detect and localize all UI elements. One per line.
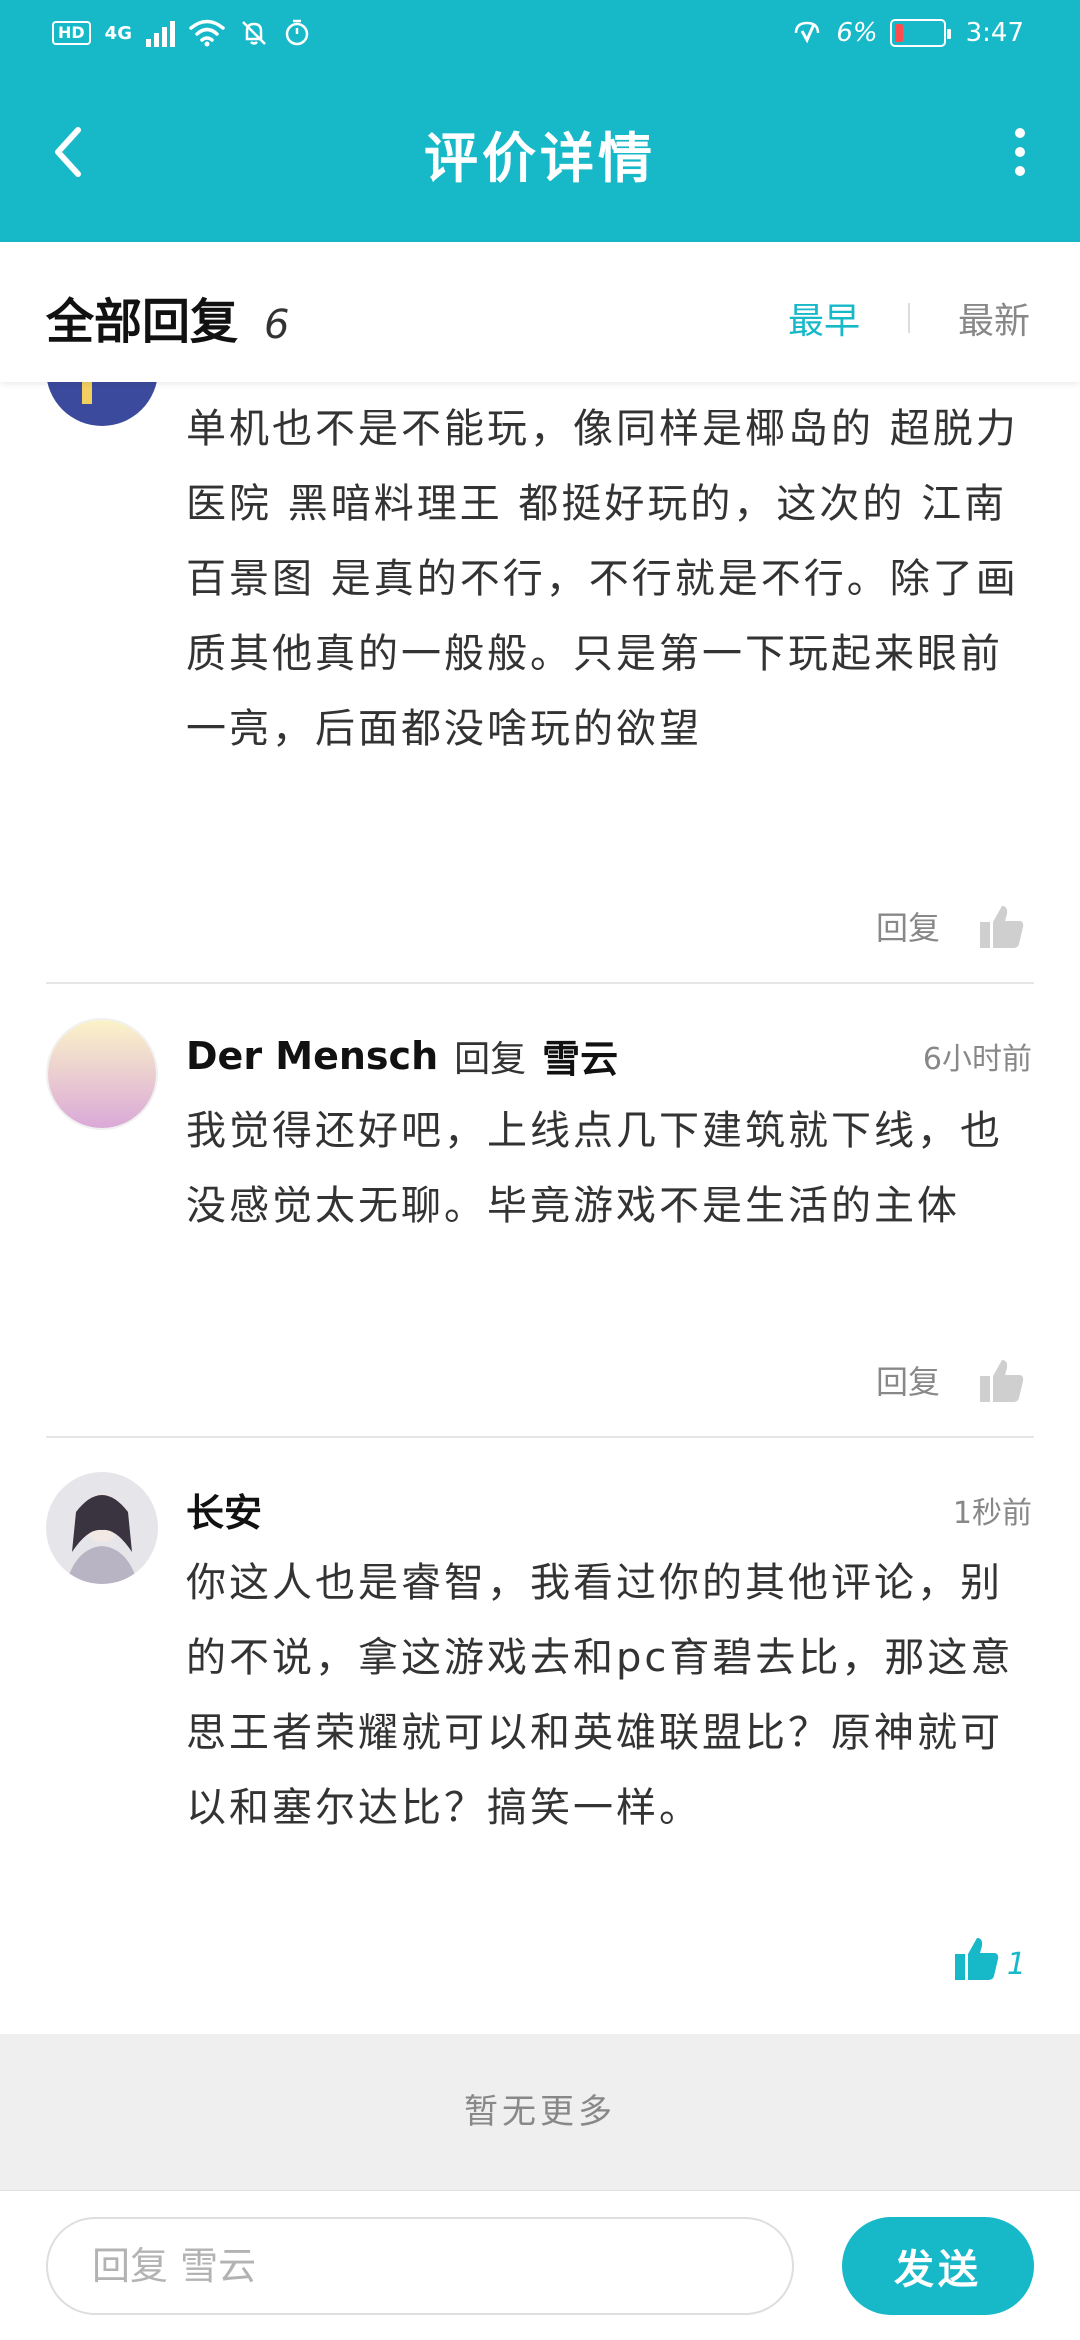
reply-text: 单机也不是不能玩，像同样是椰岛的 超脱力医院 黑暗料理王 都挺好玩的，这次的 江… (186, 406, 1019, 752)
reply-composer: 发送 (0, 2190, 1080, 2340)
wifi-icon (189, 19, 225, 47)
signal-icon (145, 19, 175, 47)
reply-button[interactable]: 回复 (876, 1357, 940, 1403)
battery-icon (889, 19, 951, 47)
avatar[interactable] (46, 1472, 158, 1584)
reply-button[interactable]: 回复 (876, 903, 940, 949)
reply-input[interactable] (46, 2217, 794, 2315)
reply-target[interactable]: 雪云 (542, 1028, 618, 1083)
thumbs-up-icon (980, 906, 1024, 948)
sort-earliest-button[interactable]: 最早 (788, 292, 908, 344)
hd-icon: HD (52, 21, 91, 45)
no-more-indicator: 暂无更多 (0, 2034, 1080, 2190)
reply-text: 我觉得还好吧，上线点几下建筑就下线，也没感觉太无聊。毕竟游戏不是生活的主体 (186, 1108, 1003, 1229)
reply-divider (46, 1436, 1034, 1438)
mute-icon (242, 21, 266, 45)
top-bar: HD 4G 6% 3:47 评价详情 (0, 0, 1080, 242)
charging-icon (795, 21, 820, 44)
sort-latest-button[interactable]: 最新 (910, 292, 1030, 344)
battery-percent: 6% (836, 18, 878, 48)
network-type: 4G (104, 22, 132, 44)
avatar[interactable] (46, 1018, 158, 1130)
thumbs-up-icon (954, 1938, 999, 1980)
reply-list[interactable]: 单机也不是不能玩，像同样是椰岛的 超脱力医院 黑暗料理王 都挺好玩的，这次的 江… (0, 382, 1080, 2034)
like-button[interactable]: 1 (953, 1934, 1026, 1982)
thumbs-up-icon (980, 1360, 1024, 1402)
reply-time: 1秒前 (952, 1495, 1032, 1531)
avatar[interactable] (46, 382, 158, 426)
page-title: 评价详情 (424, 127, 656, 190)
reply-word: 回复 (454, 1038, 527, 1080)
send-button[interactable]: 发送 (842, 2217, 1034, 2315)
reply-author[interactable]: Der Mensch (186, 1034, 438, 1078)
like-button[interactable] (978, 1356, 1026, 1404)
more-vertical-icon (1015, 128, 1025, 138)
clock: 3:47 (965, 18, 1024, 48)
replies-label: 全部回复 (46, 294, 239, 350)
like-button[interactable] (978, 902, 1026, 950)
reply-author[interactable]: 长安 (186, 1482, 262, 1537)
more-options-button[interactable] (1000, 112, 1040, 192)
reply-divider (46, 982, 1034, 984)
like-count: 1 (1006, 1947, 1026, 1982)
replies-count: 6 (264, 302, 290, 348)
reply-time: 6小时前 (922, 1041, 1032, 1077)
status-bar: HD 4G 6% 3:47 (0, 0, 1080, 72)
app-bar: 评价详情 (0, 72, 1080, 242)
alarm-icon (285, 19, 309, 46)
reply-text: 你这人也是睿智，我看过你的其他评论，别的不说，拿这游戏去和pc育碧去比，那这意思… (186, 1560, 1014, 1831)
replies-header: 全部回复 6 最早 最新 (0, 242, 1080, 382)
sort-options: 最早 最新 (788, 292, 1030, 344)
